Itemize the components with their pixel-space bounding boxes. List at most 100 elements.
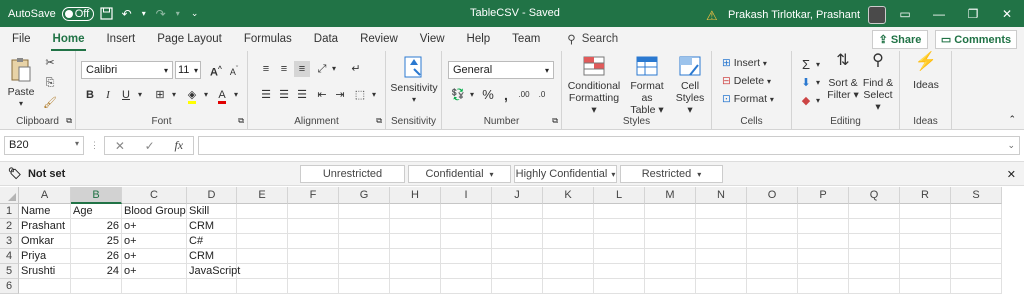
undo-dropdown-icon[interactable]: ▾ [140,7,148,21]
cell-d4[interactable]: CRM [187,249,237,264]
alignment-launcher-icon[interactable]: ⧉ [376,116,382,126]
cell-m3[interactable] [645,234,696,249]
cell-q6[interactable] [849,279,900,294]
cell-n1[interactable] [696,204,747,219]
autosave-toggle[interactable]: Off [61,6,94,21]
cell-m6[interactable] [645,279,696,294]
cell-l4[interactable] [594,249,645,264]
cell-styles-button[interactable]: Cell Styles ▾ [672,55,708,116]
decrease-decimal-icon[interactable]: .0 [534,87,550,103]
conditional-formatting-button[interactable]: Conditional Formatting ▾ [566,55,622,116]
column-header-e[interactable]: E [237,187,288,204]
insert-cells-button[interactable]: ⊞ Insert ▾ [722,57,767,70]
close-icon[interactable]: ✕ [990,0,1024,27]
cell-o4[interactable] [747,249,798,264]
cell-r3[interactable] [900,234,951,249]
bottom-align-icon[interactable]: ≡ [294,61,310,77]
comments-button[interactable]: ▭ Comments [935,30,1017,49]
cell-h1[interactable] [390,204,441,219]
cell-a6[interactable] [19,279,71,294]
clear-dropdown-icon[interactable]: ▾ [810,93,826,109]
cell-a2[interactable]: Prashant [19,219,71,234]
cell-h3[interactable] [390,234,441,249]
tab-help[interactable]: Help [456,27,502,51]
cell-d2[interactable]: CRM [187,219,237,234]
cell-d3[interactable]: C# [187,234,237,249]
cell-c6[interactable] [122,279,187,294]
cell-e2[interactable] [237,219,288,234]
cell-l5[interactable] [594,264,645,279]
cell-q5[interactable] [849,264,900,279]
cell-f4[interactable] [288,249,339,264]
bold-button[interactable]: B [82,87,98,103]
cell-j4[interactable] [492,249,543,264]
cut-icon[interactable]: ✂ [42,55,58,71]
cell-q1[interactable] [849,204,900,219]
cell-l6[interactable] [594,279,645,294]
increase-decimal-icon[interactable]: .00 [516,87,532,103]
cell-s1[interactable] [951,204,1002,219]
cell-j1[interactable] [492,204,543,219]
sensitivity-highly-confidential-button[interactable]: Highly Confidential ▾ [514,165,617,183]
cell-e3[interactable] [237,234,288,249]
cell-l2[interactable] [594,219,645,234]
format-painter-icon[interactable]: 🖌 [42,95,58,111]
font-launcher-icon[interactable]: ⧉ [238,116,244,126]
format-cells-button[interactable]: ⊡ Format ▾ [722,93,774,106]
cell-h2[interactable] [390,219,441,234]
cell-h6[interactable] [390,279,441,294]
expand-formula-icon[interactable]: ⌄ [1007,140,1015,151]
cell-b1[interactable]: Age [71,204,122,219]
cell-i5[interactable] [441,264,492,279]
cell-o1[interactable] [747,204,798,219]
cell-p3[interactable] [798,234,849,249]
cell-s6[interactable] [951,279,1002,294]
tab-team[interactable]: Team [501,27,551,51]
cell-i2[interactable] [441,219,492,234]
cell-f3[interactable] [288,234,339,249]
grow-font-icon[interactable]: A^ [208,62,224,79]
paste-button[interactable]: Paste ▾ [6,57,36,110]
cancel-icon[interactable]: ✕ [115,139,125,153]
cell-g5[interactable] [339,264,390,279]
middle-align-icon[interactable]: ≡ [276,61,292,77]
column-header-d[interactable]: D [187,187,237,204]
row-header-2[interactable]: 2 [0,219,19,234]
row-header-5[interactable]: 5 [0,264,19,279]
cell-o6[interactable] [747,279,798,294]
clipboard-launcher-icon[interactable]: ⧉ [66,116,72,126]
spreadsheet-grid[interactable]: A B C D E F G H I J K L M N O P Q R S 1 Name Age Blood Group Sk… [0,187,1024,296]
cell-g1[interactable] [339,204,390,219]
cell-m2[interactable] [645,219,696,234]
cell-r6[interactable] [900,279,951,294]
cell-f6[interactable] [288,279,339,294]
search-box[interactable]: ⚲ Search [567,32,618,46]
font-name-select[interactable]: Calibri ▾ [81,61,173,79]
column-header-b[interactable]: B [71,187,122,204]
merge-dropdown-icon[interactable]: ▾ [366,87,382,103]
cell-k6[interactable] [543,279,594,294]
font-size-select[interactable]: 11 ▾ [175,61,201,79]
name-box[interactable]: B20 ▾ [4,136,84,155]
cell-i3[interactable] [441,234,492,249]
cell-h5[interactable] [390,264,441,279]
tab-page-layout[interactable]: Page Layout [146,27,233,51]
cell-r4[interactable] [900,249,951,264]
sensitivity-button[interactable]: Sensitivity ▾ [390,55,438,106]
cell-g3[interactable] [339,234,390,249]
redo-icon[interactable]: ↷ [154,7,168,21]
column-header-g[interactable]: G [339,187,390,204]
ideas-button[interactable]: ⚡ Ideas [906,52,946,91]
column-header-i[interactable]: I [441,187,492,204]
cell-b5[interactable]: 24 [71,264,122,279]
cell-h4[interactable] [390,249,441,264]
italic-button[interactable]: I [100,87,116,103]
cell-i1[interactable] [441,204,492,219]
column-header-f[interactable]: F [288,187,339,204]
warning-icon[interactable]: ⚠ [706,9,720,22]
cell-a3[interactable]: Omkar [19,234,71,249]
cell-r1[interactable] [900,204,951,219]
accounting-dropdown-icon[interactable]: ▾ [464,87,480,103]
cell-e6[interactable] [237,279,288,294]
cell-g6[interactable] [339,279,390,294]
